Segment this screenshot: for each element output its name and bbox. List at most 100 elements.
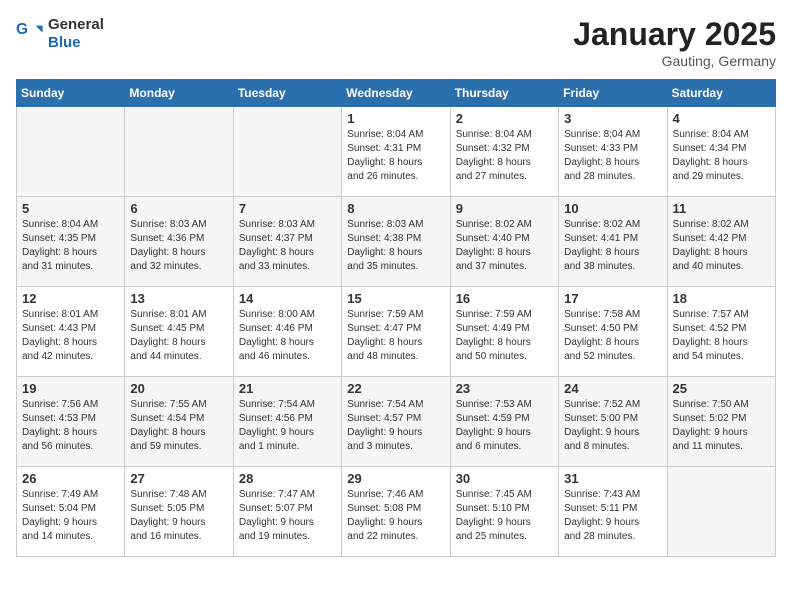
month-year-title: January 2025 <box>573 16 776 53</box>
calendar-cell: 30 Sunrise: 7:45 AM Sunset: 5:10 PM Dayli… <box>450 467 558 557</box>
day-info: Sunrise: 7:43 AM Sunset: 5:11 PM Dayligh… <box>564 488 661 544</box>
day-info: Sunrise: 7:52 AM Sunset: 5:00 PM Dayligh… <box>564 398 661 454</box>
day-info: Sunrise: 8:04 AM Sunset: 4:33 PM Dayligh… <box>564 128 661 184</box>
calendar-cell: 9 Sunrise: 8:02 AM Sunset: 4:40 PM Daylig… <box>450 197 558 287</box>
day-number: 27 <box>130 471 227 486</box>
title-block: January 2025 Gauting, Germany <box>573 16 776 69</box>
day-number: 22 <box>347 381 444 396</box>
day-number: 15 <box>347 291 444 306</box>
day-info: Sunrise: 8:02 AM Sunset: 4:41 PM Dayligh… <box>564 218 661 274</box>
svg-text:G: G <box>16 21 28 38</box>
day-number: 14 <box>239 291 336 306</box>
day-number: 10 <box>564 201 661 216</box>
day-info: Sunrise: 7:59 AM Sunset: 4:47 PM Dayligh… <box>347 308 444 364</box>
weekday-header: Tuesday <box>233 80 341 107</box>
calendar-cell <box>125 107 233 197</box>
weekday-header: Thursday <box>450 80 558 107</box>
weekday-header: Sunday <box>17 80 125 107</box>
day-info: Sunrise: 7:49 AM Sunset: 5:04 PM Dayligh… <box>22 488 119 544</box>
day-info: Sunrise: 7:57 AM Sunset: 4:52 PM Dayligh… <box>673 308 770 364</box>
calendar-cell: 13 Sunrise: 8:01 AM Sunset: 4:45 PM Dayli… <box>125 287 233 377</box>
calendar-cell <box>667 467 775 557</box>
calendar-cell: 18 Sunrise: 7:57 AM Sunset: 4:52 PM Dayli… <box>667 287 775 377</box>
day-number: 17 <box>564 291 661 306</box>
calendar-cell: 23Sunrise: 7:53 AM Sunset: 4:59 PM Dayli… <box>450 377 558 467</box>
day-number: 2 <box>456 111 553 126</box>
day-info: Sunrise: 8:00 AM Sunset: 4:46 PM Dayligh… <box>239 308 336 364</box>
day-info: Sunrise: 7:50 AM Sunset: 5:02 PM Dayligh… <box>673 398 770 454</box>
day-info: Sunrise: 7:54 AM Sunset: 4:57 PM Dayligh… <box>347 398 444 454</box>
day-number: 31 <box>564 471 661 486</box>
calendar-cell: 5Sunrise: 8:04 AM Sunset: 4:35 PM Daylig… <box>17 197 125 287</box>
day-info: Sunrise: 7:58 AM Sunset: 4:50 PM Dayligh… <box>564 308 661 364</box>
day-number: 7 <box>239 201 336 216</box>
logo-icon: G <box>16 20 44 48</box>
calendar-cell <box>233 107 341 197</box>
calendar-cell: 15 Sunrise: 7:59 AM Sunset: 4:47 PM Dayli… <box>342 287 450 377</box>
calendar-cell: 2 Sunrise: 8:04 AM Sunset: 4:32 PM Daylig… <box>450 107 558 197</box>
day-info: Sunrise: 8:01 AM Sunset: 4:45 PM Dayligh… <box>130 308 227 364</box>
day-info: Sunrise: 7:55 AM Sunset: 4:54 PM Dayligh… <box>130 398 227 454</box>
calendar-cell: 25Sunrise: 7:50 AM Sunset: 5:02 PM Dayli… <box>667 377 775 467</box>
day-number: 1 <box>347 111 444 126</box>
day-number: 9 <box>456 201 553 216</box>
day-info: Sunrise: 8:04 AM Sunset: 4:31 PM Dayligh… <box>347 128 444 184</box>
calendar-cell: 11Sunrise: 8:02 AM Sunset: 4:42 PM Dayli… <box>667 197 775 287</box>
weekday-header: Saturday <box>667 80 775 107</box>
day-info: Sunrise: 7:45 AM Sunset: 5:10 PM Dayligh… <box>456 488 553 544</box>
calendar-cell: 14 Sunrise: 8:00 AM Sunset: 4:46 PM Dayli… <box>233 287 341 377</box>
day-number: 29 <box>347 471 444 486</box>
calendar-cell: 16 Sunrise: 7:59 AM Sunset: 4:49 PM Dayli… <box>450 287 558 377</box>
calendar-cell: 19 Sunrise: 7:56 AM Sunset: 4:53 PM Dayli… <box>17 377 125 467</box>
calendar-cell: 3 Sunrise: 8:04 AM Sunset: 4:33 PM Daylig… <box>559 107 667 197</box>
weekday-header: Friday <box>559 80 667 107</box>
day-number: 13 <box>130 291 227 306</box>
calendar-week-row: 1 Sunrise: 8:04 AM Sunset: 4:31 PM Daylig… <box>17 107 776 197</box>
day-number: 20 <box>130 381 227 396</box>
day-info: Sunrise: 7:59 AM Sunset: 4:49 PM Dayligh… <box>456 308 553 364</box>
day-number: 3 <box>564 111 661 126</box>
calendar-cell: 6 Sunrise: 8:03 AM Sunset: 4:36 PM Daylig… <box>125 197 233 287</box>
calendar-cell: 20 Sunrise: 7:55 AM Sunset: 4:54 PM Dayli… <box>125 377 233 467</box>
day-info: Sunrise: 7:56 AM Sunset: 4:53 PM Dayligh… <box>22 398 119 454</box>
day-info: Sunrise: 8:03 AM Sunset: 4:37 PM Dayligh… <box>239 218 336 274</box>
day-number: 21 <box>239 381 336 396</box>
day-number: 26 <box>22 471 119 486</box>
day-info: Sunrise: 8:04 AM Sunset: 4:35 PM Dayligh… <box>22 218 119 274</box>
day-number: 11 <box>673 201 770 216</box>
day-number: 19 <box>22 381 119 396</box>
day-info: Sunrise: 8:01 AM Sunset: 4:43 PM Dayligh… <box>22 308 119 364</box>
calendar-cell: 31 Sunrise: 7:43 AM Sunset: 5:11 PM Dayli… <box>559 467 667 557</box>
day-info: Sunrise: 7:54 AM Sunset: 4:56 PM Dayligh… <box>239 398 336 454</box>
day-info: Sunrise: 8:03 AM Sunset: 4:36 PM Dayligh… <box>130 218 227 274</box>
day-number: 18 <box>673 291 770 306</box>
calendar-cell: 24Sunrise: 7:52 AM Sunset: 5:00 PM Dayli… <box>559 377 667 467</box>
calendar-cell: 10 Sunrise: 8:02 AM Sunset: 4:41 PM Dayli… <box>559 197 667 287</box>
day-info: Sunrise: 8:03 AM Sunset: 4:38 PM Dayligh… <box>347 218 444 274</box>
calendar-cell: 27Sunrise: 7:48 AM Sunset: 5:05 PM Dayli… <box>125 467 233 557</box>
day-number: 16 <box>456 291 553 306</box>
day-number: 30 <box>456 471 553 486</box>
calendar-cell: 17 Sunrise: 7:58 AM Sunset: 4:50 PM Dayli… <box>559 287 667 377</box>
calendar-cell: 8Sunrise: 8:03 AM Sunset: 4:38 PM Daylig… <box>342 197 450 287</box>
weekday-header: Wednesday <box>342 80 450 107</box>
calendar-cell <box>17 107 125 197</box>
calendar-cell: 4Sunrise: 8:04 AM Sunset: 4:34 PM Daylig… <box>667 107 775 197</box>
day-info: Sunrise: 7:46 AM Sunset: 5:08 PM Dayligh… <box>347 488 444 544</box>
day-info: Sunrise: 7:47 AM Sunset: 5:07 PM Dayligh… <box>239 488 336 544</box>
calendar-week-row: 12 Sunrise: 8:01 AM Sunset: 4:43 PM Dayli… <box>17 287 776 377</box>
day-number: 6 <box>130 201 227 216</box>
calendar-cell: 12 Sunrise: 8:01 AM Sunset: 4:43 PM Dayli… <box>17 287 125 377</box>
day-number: 4 <box>673 111 770 126</box>
day-info: Sunrise: 7:53 AM Sunset: 4:59 PM Dayligh… <box>456 398 553 454</box>
weekday-header: Monday <box>125 80 233 107</box>
calendar-cell: 22 Sunrise: 7:54 AM Sunset: 4:57 PM Dayli… <box>342 377 450 467</box>
location-label: Gauting, Germany <box>573 53 776 69</box>
logo-general: General <box>48 16 104 33</box>
day-number: 28 <box>239 471 336 486</box>
day-info: Sunrise: 8:04 AM Sunset: 4:32 PM Dayligh… <box>456 128 553 184</box>
calendar-cell: 7 Sunrise: 8:03 AM Sunset: 4:37 PM Daylig… <box>233 197 341 287</box>
calendar-table: SundayMondayTuesdayWednesdayThursdayFrid… <box>16 79 776 557</box>
day-number: 12 <box>22 291 119 306</box>
day-info: Sunrise: 8:02 AM Sunset: 4:40 PM Dayligh… <box>456 218 553 274</box>
